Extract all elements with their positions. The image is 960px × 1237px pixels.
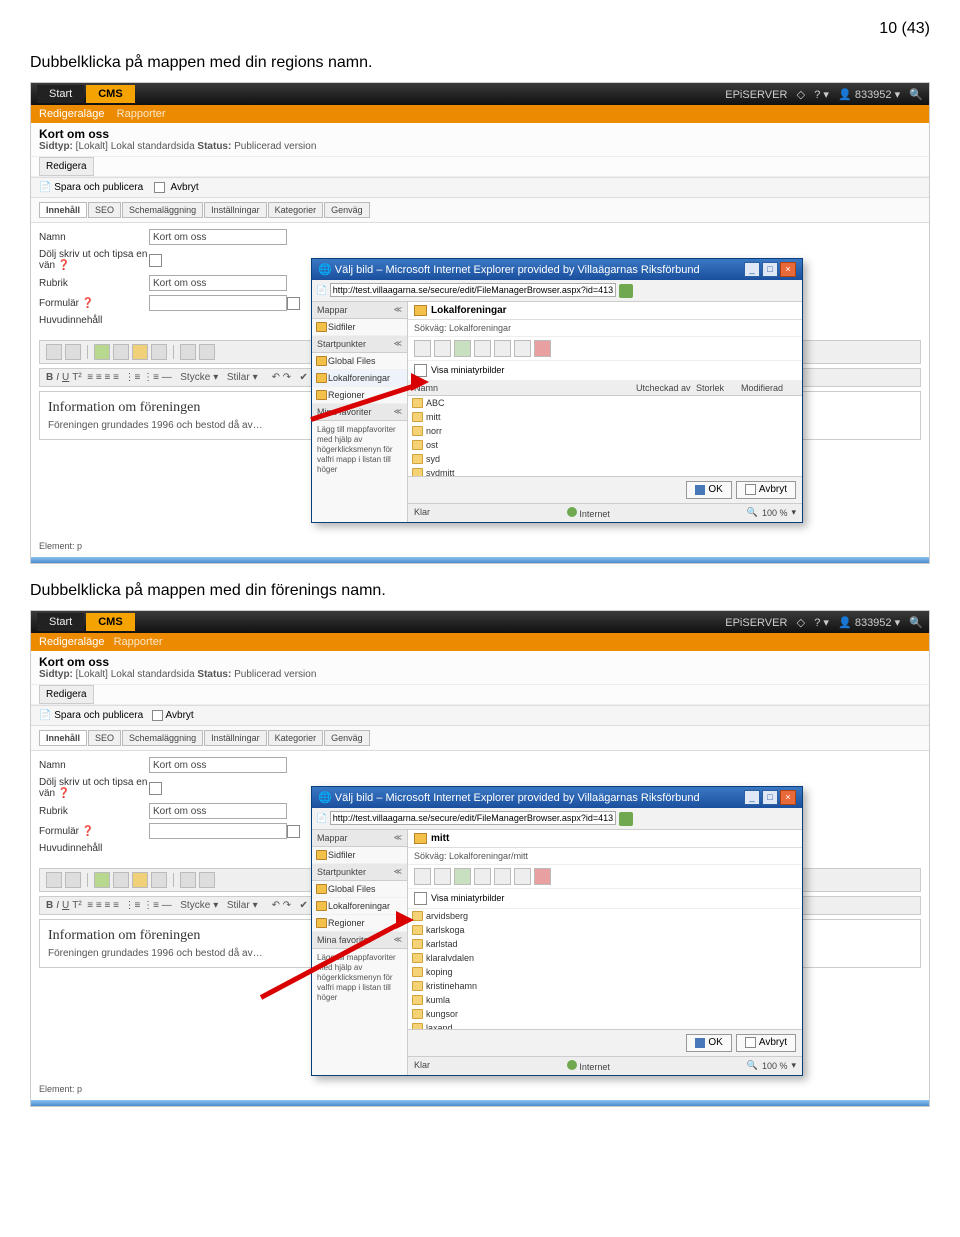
input-formular[interactable]: [149, 295, 287, 311]
folder-item[interactable]: kumla: [408, 993, 802, 1007]
page-subtitle: Sidtyp: [Lokalt] Lokal standardsida Stat…: [39, 141, 921, 152]
ok-button[interactable]: OK: [686, 481, 731, 498]
top-bar: Start CMS EPiSERVER ◇ ? ▾ 👤 833952 ▾ 🔍: [31, 83, 929, 105]
mode-bar: Redigeraläge Rapporter: [31, 105, 929, 123]
tab-kategorier[interactable]: Kategorier: [268, 202, 324, 218]
input-rubrik[interactable]: [149, 275, 287, 291]
url-input[interactable]: [330, 283, 616, 297]
status-klar: Klar: [414, 507, 430, 519]
instruction-2: Dubbelklicka på mappen med din förenings…: [30, 582, 930, 600]
save-publish-button[interactable]: Spara och publicera: [54, 182, 143, 193]
mode-edit[interactable]: Redigeraläge: [39, 108, 104, 120]
globe-icon: [567, 507, 577, 517]
tab-seo[interactable]: SEO: [88, 202, 121, 218]
fav-hint: Lägg till mappfavoriter med hjälp av hög…: [312, 421, 407, 479]
epi-logo: EPiSERVER: [725, 89, 787, 101]
folder-item[interactable]: ABC: [408, 396, 802, 410]
page-title: Kort om oss: [39, 127, 921, 141]
folder-item[interactable]: norr: [408, 424, 802, 438]
file-dialog-1: 🌐 Välj bild – Microsoft Internet Explore…: [311, 258, 803, 523]
minimize-button[interactable]: _: [744, 262, 760, 277]
tab-innehåll[interactable]: Innehåll: [39, 202, 87, 218]
folder-item[interactable]: laxand: [408, 1021, 802, 1030]
instruction-1: Dubbelklicka på mappen med din regions n…: [30, 54, 930, 72]
checkbox-dolj[interactable]: [149, 254, 162, 267]
tab-genväg[interactable]: Genväg: [324, 730, 370, 746]
element-path: Element: p: [39, 541, 82, 551]
folder-icon: [414, 305, 427, 316]
mode-reports[interactable]: Rapporter: [117, 108, 166, 120]
ie-icon: 🌐: [318, 263, 335, 276]
label-dolj: Dölj skriv ut och tipsa en vän ❓: [39, 249, 149, 271]
right-title: Lokalforeningar: [431, 305, 507, 316]
red-arrow: [311, 408, 431, 426]
tab-seo[interactable]: SEO: [88, 730, 121, 746]
folder-item[interactable]: sydmitt: [408, 466, 802, 477]
screenshot-2: Start CMS EPiSERVER ◇ ? ▾ 👤 833952 ▾ 🔍 R…: [30, 610, 930, 1107]
red-arrow: [261, 986, 381, 1004]
start-header: Startpunkter: [317, 339, 366, 349]
folder-item[interactable]: klaralvdalen: [408, 951, 802, 965]
cancel-icon: [154, 182, 165, 193]
screenshot-1: Start CMS EPiSERVER ◇ ? ▾ 👤 833952 ▾ 🔍 R…: [30, 82, 930, 564]
folder-item[interactable]: kungsor: [408, 1007, 802, 1021]
folder-item[interactable]: karlskoga: [408, 923, 802, 937]
sidebar-globalfiles[interactable]: Global Files: [312, 353, 407, 370]
redigera-button[interactable]: Redigera: [39, 157, 94, 176]
sokvag: Sökväg: Lokalforeningar: [408, 320, 802, 337]
maximize-button[interactable]: □: [762, 262, 778, 277]
folder-item[interactable]: arvidsberg: [408, 909, 802, 923]
page-number: 10 (43): [30, 20, 930, 38]
close-button[interactable]: ×: [780, 262, 796, 277]
tab-innehåll[interactable]: Innehåll: [39, 730, 87, 746]
tab-genväg[interactable]: Genväg: [324, 202, 370, 218]
folder-item[interactable]: ost: [408, 438, 802, 452]
cancel-button[interactable]: Avbryt: [171, 182, 199, 193]
sidebar-lokalforeningar[interactable]: Lokalforeningar: [312, 370, 407, 387]
folder-item[interactable]: mitt: [408, 410, 802, 424]
label-formular: Formulär ❓: [39, 298, 149, 309]
tab-cms[interactable]: CMS: [86, 85, 134, 103]
mappar-header: Mappar: [317, 305, 348, 315]
tab-schemaläggning[interactable]: Schemaläggning: [122, 730, 203, 746]
tab-kategorier[interactable]: Kategorier: [268, 730, 324, 746]
tab-start[interactable]: Start: [37, 85, 84, 103]
dialog-title: Välj bild – Microsoft Internet Explorer …: [335, 264, 742, 276]
input-namn[interactable]: [149, 229, 287, 245]
label-huvud: Huvudinnehåll: [39, 315, 149, 326]
sidebar-sidfiler[interactable]: Sidfiler: [312, 319, 407, 336]
label-rubrik: Rubrik: [39, 278, 149, 289]
tab-schemaläggning[interactable]: Schemaläggning: [122, 202, 203, 218]
folder-item[interactable]: syd: [408, 452, 802, 466]
folder-item[interactable]: koping: [408, 965, 802, 979]
collapse-icon[interactable]: ≪: [394, 305, 402, 315]
content-tabs: InnehållSEOSchemaläggningInställningarKa…: [31, 198, 929, 223]
tab-inställningar[interactable]: Inställningar: [204, 202, 267, 218]
tab-inställningar[interactable]: Inställningar: [204, 730, 267, 746]
top-bar: Start CMS EPiSERVER ◇ ? ▾ 👤 833952 ▾ 🔍: [31, 611, 929, 633]
folder-item[interactable]: kristinehamn: [408, 979, 802, 993]
go-button[interactable]: [619, 284, 633, 298]
dialog-cancel-button[interactable]: Avbryt: [736, 481, 796, 498]
label-namn: Namn: [39, 232, 149, 243]
folder-item[interactable]: karlstad: [408, 937, 802, 951]
taskbar: [31, 557, 929, 563]
